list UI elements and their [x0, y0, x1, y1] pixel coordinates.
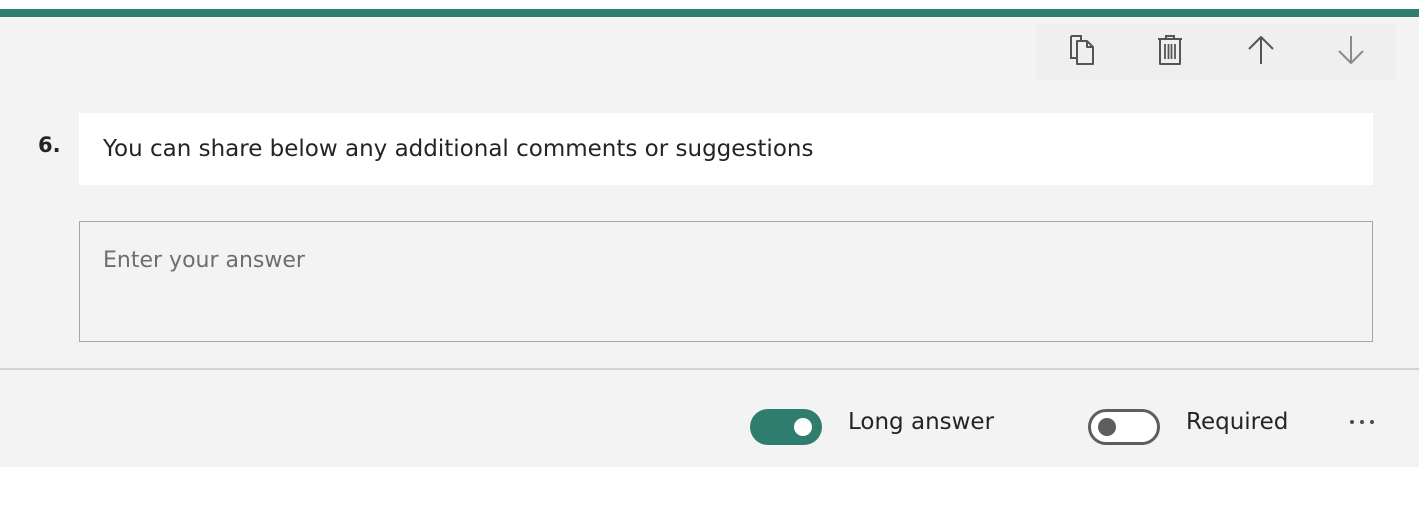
move-down-button[interactable]: [1331, 32, 1371, 72]
delete-question-button[interactable]: [1150, 32, 1190, 72]
answer-textarea[interactable]: Enter your answer: [79, 221, 1373, 342]
long-answer-toggle[interactable]: [750, 409, 822, 445]
card-accent-bar: [0, 9, 1419, 17]
question-number: 6.: [38, 133, 61, 157]
answer-placeholder: Enter your answer: [103, 248, 305, 273]
question-title-field[interactable]: You can share below any additional comme…: [79, 113, 1373, 185]
move-down-icon: [1336, 34, 1366, 70]
copy-question-button[interactable]: [1062, 32, 1102, 72]
question-card[interactable]: 6. You can share below any additional co…: [0, 9, 1419, 467]
delete-icon: [1157, 34, 1183, 70]
question-title: You can share below any additional comme…: [103, 136, 814, 162]
move-up-icon: [1246, 34, 1276, 70]
toggle-knob: [1098, 418, 1116, 436]
move-up-button[interactable]: [1241, 32, 1281, 72]
long-answer-label: Long answer: [848, 409, 995, 435]
more-options-icon: [1347, 420, 1377, 424]
copy-icon: [1068, 34, 1096, 70]
footer-divider: [0, 368, 1419, 370]
toggle-knob: [794, 418, 812, 436]
more-options-button[interactable]: [1340, 407, 1384, 437]
question-toolbar: [1036, 24, 1396, 80]
required-toggle[interactable]: [1088, 409, 1160, 445]
required-label: Required: [1186, 409, 1289, 435]
